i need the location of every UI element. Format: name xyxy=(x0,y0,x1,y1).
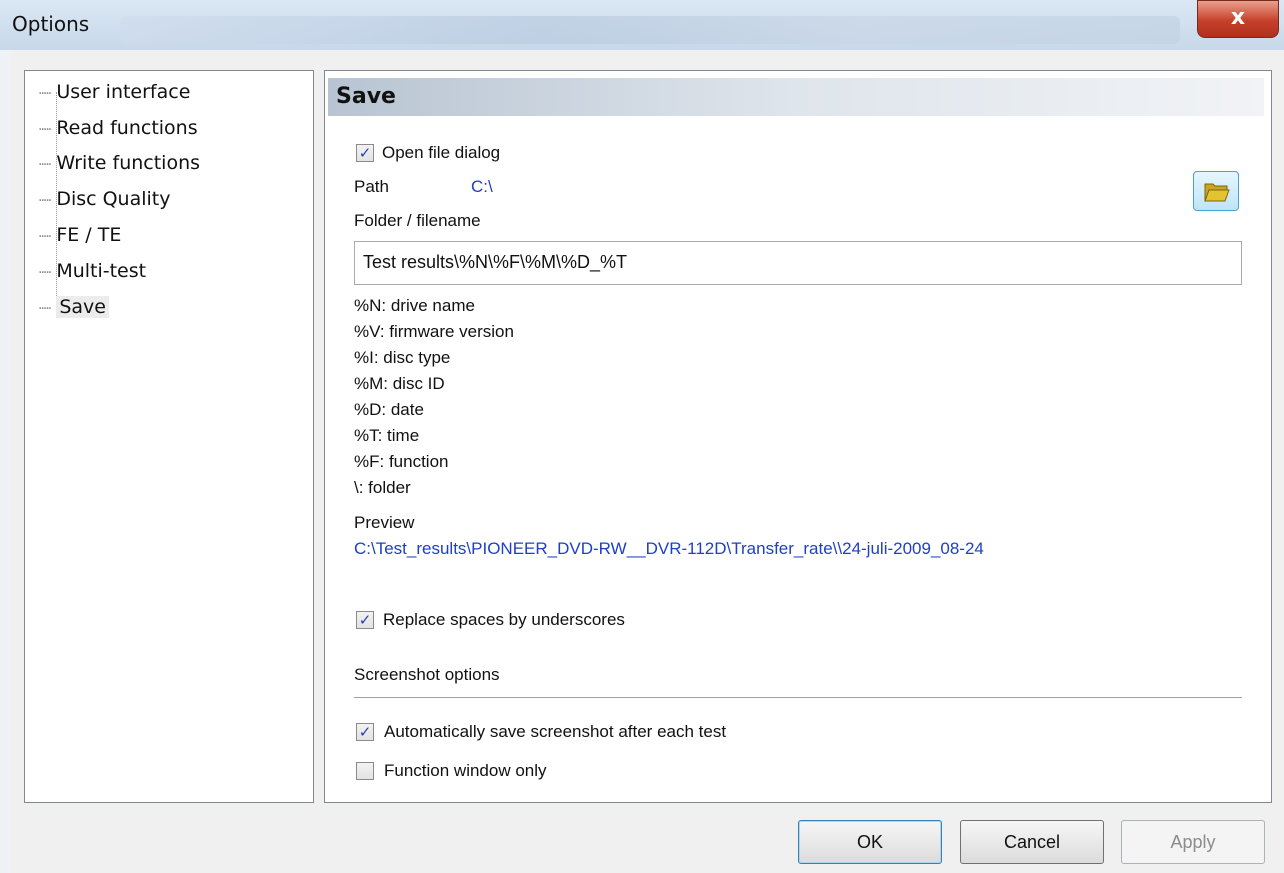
apply-button[interactable]: Apply xyxy=(1121,820,1265,864)
tree-item-disc-quality[interactable]: ····· Disc Quality xyxy=(34,183,171,215)
function-window-only-checkbox[interactable] xyxy=(356,762,374,780)
legend-item: %V: firmware version xyxy=(354,322,514,341)
checkmark-icon: ✓ xyxy=(358,611,372,629)
screenshot-options-heading: Screenshot options xyxy=(354,665,500,684)
function-window-only-label: Function window only xyxy=(384,761,547,780)
title-bar: Options x xyxy=(0,0,1284,50)
legend-item: %F: function xyxy=(354,452,449,471)
legend-item: %N: drive name xyxy=(354,296,475,315)
checkmark-icon: ✓ xyxy=(358,723,372,741)
panel-title: Save xyxy=(336,84,396,109)
open-file-dialog-label: Open file dialog xyxy=(382,143,501,162)
section-divider xyxy=(354,697,1242,698)
folder-filename-input[interactable]: Test results\%N\%F\%M\%D_%T xyxy=(354,241,1242,285)
legend-item: \: folder xyxy=(354,478,411,497)
close-button[interactable]: x xyxy=(1197,0,1279,38)
legend-item: %T: time xyxy=(354,426,420,445)
cancel-button[interactable]: Cancel xyxy=(960,820,1104,864)
preview-value: C:\Test_results\PIONEER_DVD-RW__DVR-112D… xyxy=(354,539,984,558)
tree-item-save[interactable]: ····· Save xyxy=(34,291,109,323)
settings-panel xyxy=(324,70,1272,803)
panel-header: Save xyxy=(328,78,1264,116)
open-file-dialog-checkbox[interactable]: ✓ xyxy=(356,144,374,162)
options-tree xyxy=(24,70,314,803)
preview-label: Preview xyxy=(354,513,415,532)
auto-save-screenshot-label: Automatically save screenshot after each… xyxy=(384,722,727,741)
legend-item: %D: date xyxy=(354,400,424,419)
background-blur xyxy=(120,16,1180,44)
tree-item-user-interface[interactable]: ····· User interface xyxy=(34,76,190,108)
replace-spaces-label: Replace spaces by underscores xyxy=(383,610,625,629)
window-title: Options xyxy=(12,12,90,36)
tree-item-read-functions[interactable]: ····· Read functions xyxy=(34,112,198,144)
open-folder-icon xyxy=(1204,183,1230,202)
folder-filename-label: Folder / filename xyxy=(354,211,481,230)
path-label: Path xyxy=(354,177,389,196)
tree-item-write-functions[interactable]: ····· Write functions xyxy=(34,147,200,179)
close-icon: x xyxy=(1230,5,1246,30)
legend-item: %I: disc type xyxy=(354,348,451,367)
legend-item: %M: disc ID xyxy=(354,374,445,393)
tree-item-fe-te[interactable]: ····· FE / TE xyxy=(34,219,121,251)
ok-button[interactable]: OK xyxy=(798,820,942,864)
auto-save-screenshot-checkbox[interactable]: ✓ xyxy=(356,723,374,741)
path-value: C:\ xyxy=(471,177,493,196)
browse-folder-button[interactable] xyxy=(1193,171,1239,211)
checkmark-icon: ✓ xyxy=(358,144,372,162)
tree-item-multi-test[interactable]: ····· Multi-test xyxy=(34,255,146,287)
replace-spaces-checkbox[interactable]: ✓ xyxy=(356,611,374,629)
